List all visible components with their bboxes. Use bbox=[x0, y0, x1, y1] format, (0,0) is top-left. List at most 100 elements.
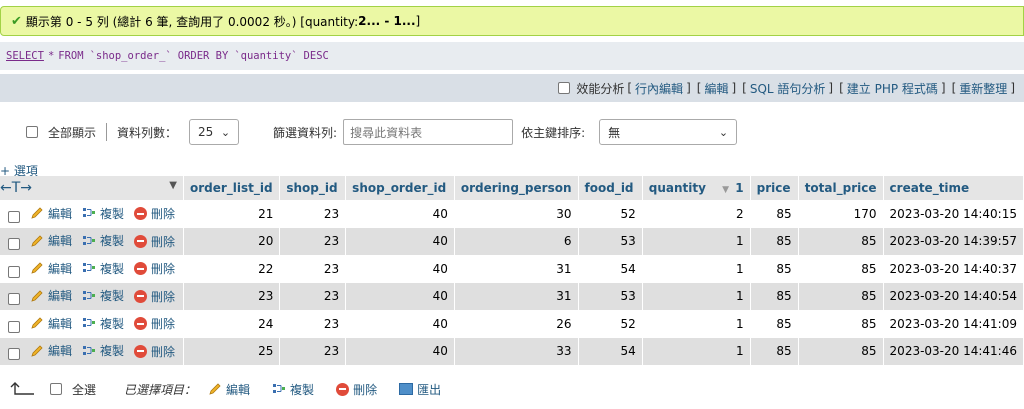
cell-quantity[interactable]: 1 bbox=[642, 310, 751, 338]
cell-food-id[interactable]: 52 bbox=[578, 310, 643, 338]
cell-order-list-id[interactable]: 22 bbox=[183, 255, 281, 283]
cell-total-price[interactable]: 85 bbox=[798, 255, 884, 283]
cell-quantity[interactable]: 1 bbox=[642, 337, 751, 365]
cell-order-list-id[interactable]: 21 bbox=[183, 200, 281, 228]
header-quantity[interactable]: quantity ▼ 1 bbox=[642, 176, 751, 200]
cell-create-time[interactable]: 2023-03-20 14:40:54 bbox=[883, 282, 1024, 310]
cell-order-list-id[interactable]: 25 bbox=[183, 337, 281, 365]
header-shop-order-id[interactable]: shop_order_id bbox=[345, 176, 455, 200]
header-ordering-person[interactable]: ordering_person bbox=[454, 176, 579, 200]
header-order-list-id[interactable]: order_list_id bbox=[183, 176, 281, 200]
edit-link[interactable]: 編輯 bbox=[704, 80, 728, 97]
header-food-id[interactable]: food_id bbox=[578, 176, 643, 200]
search-input[interactable]: 搜尋此資料表 bbox=[343, 119, 514, 145]
row-edit-button[interactable]: 編輯 bbox=[30, 287, 72, 304]
cell-ordering-person[interactable]: 26 bbox=[454, 310, 579, 338]
cell-price[interactable]: 85 bbox=[750, 310, 799, 338]
cell-total-price[interactable]: 170 bbox=[798, 200, 884, 228]
row-checkbox[interactable] bbox=[8, 238, 20, 250]
cell-food-id[interactable]: 52 bbox=[578, 200, 643, 228]
cell-food-id[interactable]: 53 bbox=[578, 227, 643, 255]
cell-order-list-id[interactable]: 23 bbox=[183, 282, 281, 310]
row-copy-button[interactable]: 複製 bbox=[82, 205, 124, 222]
cell-price[interactable]: 85 bbox=[750, 255, 799, 283]
inline-edit-link[interactable]: 行內編輯 bbox=[635, 80, 683, 97]
cell-shop-id[interactable]: 23 bbox=[279, 282, 347, 310]
row-copy-button[interactable]: 複製 bbox=[82, 315, 124, 332]
row-copy-button[interactable]: 複製 bbox=[82, 287, 124, 304]
cell-create-time[interactable]: 2023-03-20 14:40:37 bbox=[883, 255, 1024, 283]
select-all-label[interactable]: 全選 bbox=[72, 381, 96, 398]
cell-price[interactable]: 85 bbox=[750, 200, 799, 228]
row-copy-button[interactable]: 複製 bbox=[82, 232, 124, 249]
sql-analyze-link[interactable]: SQL 語句分析 bbox=[750, 80, 826, 97]
cell-total-price[interactable]: 85 bbox=[798, 337, 884, 365]
row-delete-button[interactable]: 刪除 bbox=[134, 288, 175, 305]
row-edit-button[interactable]: 編輯 bbox=[30, 205, 72, 222]
cell-order-list-id[interactable]: 20 bbox=[183, 227, 281, 255]
cell-price[interactable]: 85 bbox=[750, 282, 799, 310]
cell-shop-id[interactable]: 23 bbox=[279, 255, 347, 283]
cell-order-list-id[interactable]: 24 bbox=[183, 310, 281, 338]
cell-ordering-person[interactable]: 31 bbox=[454, 255, 579, 283]
cell-quantity[interactable]: 1 bbox=[642, 227, 751, 255]
sql-select-keyword[interactable]: SELECT bbox=[6, 50, 44, 62]
row-delete-button[interactable]: 刪除 bbox=[134, 315, 175, 332]
cell-total-price[interactable]: 85 bbox=[798, 282, 884, 310]
bulk-copy-button[interactable]: 複製 bbox=[272, 381, 314, 398]
cell-shop-order-id[interactable]: 40 bbox=[345, 200, 455, 228]
cell-shop-order-id[interactable]: 40 bbox=[345, 282, 455, 310]
row-checkbox[interactable] bbox=[8, 265, 20, 278]
sort-select[interactable]: 無 ⌄ bbox=[599, 119, 738, 145]
triangle-down-icon[interactable]: ▼ bbox=[169, 180, 177, 191]
header-total-price[interactable]: total_price bbox=[798, 176, 884, 200]
cell-shop-id[interactable]: 23 bbox=[279, 310, 347, 338]
refresh-link[interactable]: 重新整理 bbox=[959, 80, 1007, 97]
cell-shop-id[interactable]: 23 bbox=[279, 337, 347, 365]
cell-create-time[interactable]: 2023-03-20 14:41:09 bbox=[883, 310, 1024, 338]
header-price[interactable]: price bbox=[750, 176, 799, 200]
row-copy-button[interactable]: 複製 bbox=[82, 342, 124, 359]
cell-create-time[interactable]: 2023-03-20 14:39:57 bbox=[883, 227, 1024, 255]
row-edit-button[interactable]: 編輯 bbox=[30, 342, 72, 359]
header-create-time[interactable]: create_time bbox=[883, 176, 1024, 200]
row-edit-button[interactable]: 編輯 bbox=[30, 315, 72, 332]
bulk-export-button[interactable]: 匯出 bbox=[399, 381, 441, 398]
row-delete-button[interactable]: 刪除 bbox=[134, 233, 175, 250]
row-edit-button[interactable]: 編輯 bbox=[30, 232, 72, 249]
cell-shop-order-id[interactable]: 40 bbox=[345, 227, 455, 255]
select-all-checkbox[interactable] bbox=[50, 383, 62, 395]
show-all-checkbox[interactable] bbox=[26, 126, 38, 138]
column-resize-handle[interactable]: ←T→ ▼ bbox=[0, 176, 184, 200]
cell-ordering-person[interactable]: 31 bbox=[454, 282, 579, 310]
rows-select[interactable]: 25 ⌄ bbox=[189, 119, 240, 145]
row-delete-button[interactable]: 刪除 bbox=[134, 260, 175, 277]
row-checkbox[interactable] bbox=[8, 320, 20, 333]
cell-shop-id[interactable]: 23 bbox=[279, 227, 347, 255]
row-delete-button[interactable]: 刪除 bbox=[134, 343, 175, 360]
cell-food-id[interactable]: 54 bbox=[578, 337, 643, 365]
row-checkbox[interactable] bbox=[8, 210, 20, 223]
cell-price[interactable]: 85 bbox=[750, 227, 799, 255]
cell-ordering-person[interactable]: 30 bbox=[454, 200, 579, 228]
bulk-delete-button[interactable]: 刪除 bbox=[336, 381, 377, 398]
row-copy-button[interactable]: 複製 bbox=[82, 260, 124, 277]
row-delete-button[interactable]: 刪除 bbox=[134, 205, 175, 222]
header-shop-id[interactable]: shop_id bbox=[279, 176, 347, 200]
create-php-link[interactable]: 建立 PHP 程式碼 bbox=[847, 80, 938, 97]
cell-quantity[interactable]: 2 bbox=[642, 200, 751, 228]
cell-shop-order-id[interactable]: 40 bbox=[345, 310, 455, 338]
cell-total-price[interactable]: 85 bbox=[798, 310, 884, 338]
row-edit-button[interactable]: 編輯 bbox=[30, 260, 72, 277]
cell-ordering-person[interactable]: 33 bbox=[454, 337, 579, 365]
cell-total-price[interactable]: 85 bbox=[798, 227, 884, 255]
cell-create-time[interactable]: 2023-03-20 14:40:15 bbox=[883, 200, 1024, 228]
cell-quantity[interactable]: 1 bbox=[642, 255, 751, 283]
bulk-edit-button[interactable]: 編輯 bbox=[208, 381, 250, 398]
row-checkbox[interactable] bbox=[8, 348, 20, 360]
cell-price[interactable]: 85 bbox=[750, 337, 799, 365]
cell-food-id[interactable]: 53 bbox=[578, 282, 643, 310]
profiling-checkbox[interactable] bbox=[558, 82, 571, 94]
cell-create-time[interactable]: 2023-03-20 14:41:46 bbox=[883, 337, 1024, 365]
cell-ordering-person[interactable]: 6 bbox=[454, 227, 579, 255]
